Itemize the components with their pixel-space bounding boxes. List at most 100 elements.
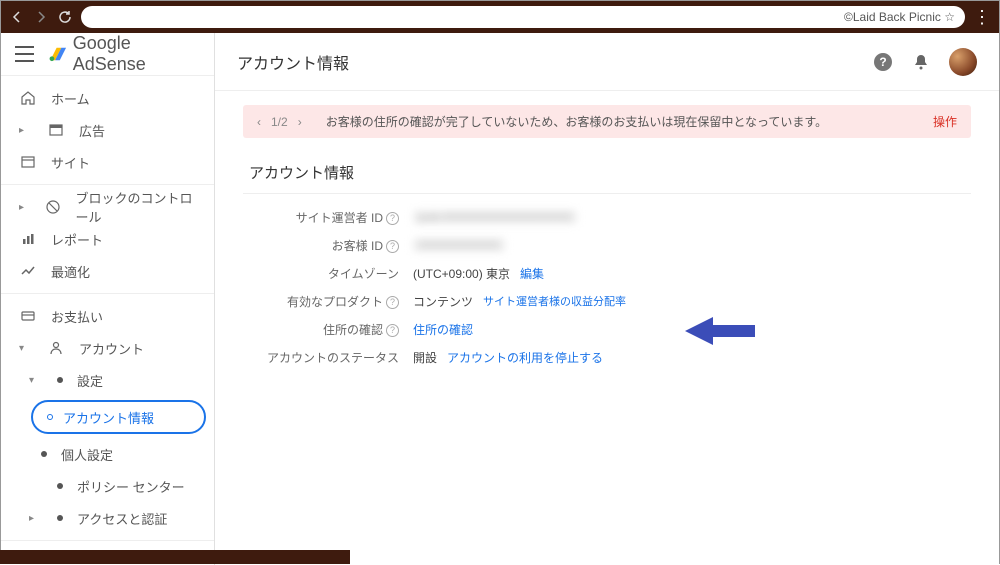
info-rows: サイト運営者 ID? pub-XXXXXXXXXXXXXXXX お客様 ID? … <box>243 206 971 368</box>
bullet-icon <box>41 451 47 457</box>
sidebar-item-payments[interactable]: お支払い <box>1 300 214 332</box>
browser-menu-icon[interactable]: ⋮ <box>973 7 991 28</box>
sidebar-item-reports[interactable]: レポート <box>1 223 214 255</box>
sidebar-item-access[interactable]: ▸ アクセスと認証 <box>1 502 214 534</box>
sites-icon <box>19 153 37 171</box>
status-value: 開設 <box>413 349 437 366</box>
alert-pager: ‹ 1/2 › <box>257 115 302 129</box>
hamburger-icon[interactable] <box>15 46 34 62</box>
sidebar-item-home[interactable]: ホーム <box>1 82 214 114</box>
sidebar-item-block[interactable]: ▸ ブロックのコントロール <box>1 191 214 223</box>
row-publisher-id: サイト運営者 ID? pub-XXXXXXXXXXXXXXXX <box>243 206 971 228</box>
row-products: 有効なプロダクト? コンテンツサイト運営者様の収益分配率 <box>243 290 971 312</box>
sidebar-item-label: ポリシー センター <box>77 477 185 496</box>
help-badge-icon[interactable]: ? <box>386 212 399 225</box>
reports-icon <box>19 230 37 248</box>
caret-down-icon: ▾ <box>29 375 39 386</box>
back-button[interactable] <box>9 9 25 25</box>
bullet-icon <box>47 414 53 420</box>
row-label: 住所の確認 <box>323 323 383 337</box>
chevron-right-icon[interactable]: › <box>298 115 302 129</box>
forward-button[interactable] <box>33 9 49 25</box>
sidebar-item-ads[interactable]: ▸ 広告 <box>1 114 214 146</box>
sidebar-item-label: 最適化 <box>51 262 90 281</box>
row-label: アカウントのステータス <box>267 351 399 365</box>
alert-message: お客様の住所の確認が完了していないため、お客様のお支払いは現在保留中となっていま… <box>326 113 933 130</box>
customer-id-value: XXXXXXXXXX <box>413 238 505 252</box>
row-address-verify: 住所の確認? 住所の確認 <box>243 318 971 340</box>
row-label: サイト運営者 ID <box>296 211 383 225</box>
sidebar-item-label: サイト <box>51 153 90 172</box>
sidebar-item-label: レポート <box>51 230 103 249</box>
page-title: アカウント情報 <box>237 50 349 74</box>
app-name: Google AdSense <box>73 33 200 75</box>
row-label: 有効なプロダクト <box>287 295 383 309</box>
caret-icon: ▸ <box>19 125 29 136</box>
sidebar-item-settings[interactable]: ▾ 設定 <box>1 364 214 396</box>
row-timezone: タイムゾーン (UTC+09:00) 東京編集 <box>243 262 971 284</box>
row-account-status: アカウントのステータス 開設アカウントの利用を停止する <box>243 346 971 368</box>
alert-action-link[interactable]: 操作 <box>933 113 957 130</box>
bullet-icon <box>57 515 63 521</box>
browser-toolbar: ©Laid Back Picnic ☆ ⋮ <box>1 1 999 33</box>
sidebar-item-policy[interactable]: ▸ ポリシー センター <box>1 470 214 502</box>
url-bar[interactable]: ©Laid Back Picnic ☆ <box>81 6 965 28</box>
section-title: アカウント情報 <box>243 152 971 194</box>
chevron-left-icon[interactable]: ‹ <box>257 115 261 129</box>
alert-banner: ‹ 1/2 › お客様の住所の確認が完了していないため、お客様のお支払いは現在保… <box>243 105 971 138</box>
alert-index: 1/2 <box>271 115 288 129</box>
optimize-icon <box>19 262 37 280</box>
payments-icon <box>19 307 37 325</box>
sidebar-item-optimize[interactable]: 最適化 <box>1 255 214 287</box>
sidebar-item-personal[interactable]: 個人設定 <box>1 438 214 470</box>
sidebar-item-sites[interactable]: サイト <box>1 146 214 178</box>
revenue-share-link[interactable]: サイト運営者様の収益分配率 <box>483 293 626 309</box>
row-label: タイムゾーン <box>328 267 399 281</box>
bell-icon[interactable] <box>911 52 931 72</box>
block-icon <box>45 198 61 216</box>
publisher-id-value: pub-XXXXXXXXXXXXXXXX <box>413 210 577 224</box>
sidebar-item-label: 個人設定 <box>61 445 113 464</box>
top-icons: ? <box>873 48 977 76</box>
top-bar: アカウント情報 ? <box>215 33 999 91</box>
sidebar-item-account-info[interactable]: アカウント情報 <box>31 400 206 434</box>
app-header: Google AdSense <box>1 33 214 76</box>
reload-button[interactable] <box>57 9 73 25</box>
main-area: アカウント情報 ? ‹ 1/2 › お客様の住所の確認が完了していないため、お客… <box>215 33 999 565</box>
caret-icon: ▸ <box>19 202 27 213</box>
sidebar-item-label: アカウント <box>79 339 144 358</box>
sidebar-item-label: 広告 <box>79 121 105 140</box>
address-verify-link[interactable]: 住所の確認 <box>413 321 473 338</box>
help-badge-icon[interactable]: ? <box>386 240 399 253</box>
bullet-icon <box>57 483 63 489</box>
products-value: コンテンツ <box>413 293 473 310</box>
sidebar-item-account[interactable]: ▾ アカウント <box>1 332 214 364</box>
content: ‹ 1/2 › お客様の住所の確認が完了していないため、お客様のお支払いは現在保… <box>215 91 999 565</box>
svg-text:?: ? <box>879 55 886 69</box>
row-customer-id: お客様 ID? XXXXXXXXXX <box>243 234 971 256</box>
sidebar-item-label: ブロックのコントロール <box>75 188 196 226</box>
sidebar-item-label: アクセスと認証 <box>77 509 167 528</box>
help-icon[interactable]: ? <box>873 52 893 72</box>
ads-icon <box>47 121 65 139</box>
adsense-logo-icon <box>48 44 67 64</box>
sidebar-item-label: 設定 <box>77 371 103 390</box>
sidebar: Google AdSense ホーム ▸ 広告 サイト ▸ ブロックのコント <box>1 33 215 565</box>
edit-timezone-link[interactable]: 編集 <box>520 265 544 282</box>
bullet-icon <box>57 377 63 383</box>
timezone-value: (UTC+09:00) 東京 <box>413 265 510 282</box>
sidebar-item-label: アカウント情報 <box>63 408 154 427</box>
sidebar-item-label: ホーム <box>51 89 90 108</box>
app-logo[interactable]: Google AdSense <box>48 33 200 75</box>
help-badge-icon[interactable]: ? <box>386 324 399 337</box>
watermark-text: ©Laid Back Picnic ☆ <box>844 10 955 24</box>
row-label: お客様 ID <box>332 239 383 253</box>
suspend-account-link[interactable]: アカウントの利用を停止する <box>447 349 603 366</box>
help-badge-icon[interactable]: ? <box>386 296 399 309</box>
account-icon <box>47 339 65 357</box>
home-icon <box>19 89 37 107</box>
avatar[interactable] <box>949 48 977 76</box>
bottom-strip <box>0 550 350 564</box>
sidebar-item-label: お支払い <box>51 307 103 326</box>
caret-icon: ▸ <box>29 513 39 524</box>
